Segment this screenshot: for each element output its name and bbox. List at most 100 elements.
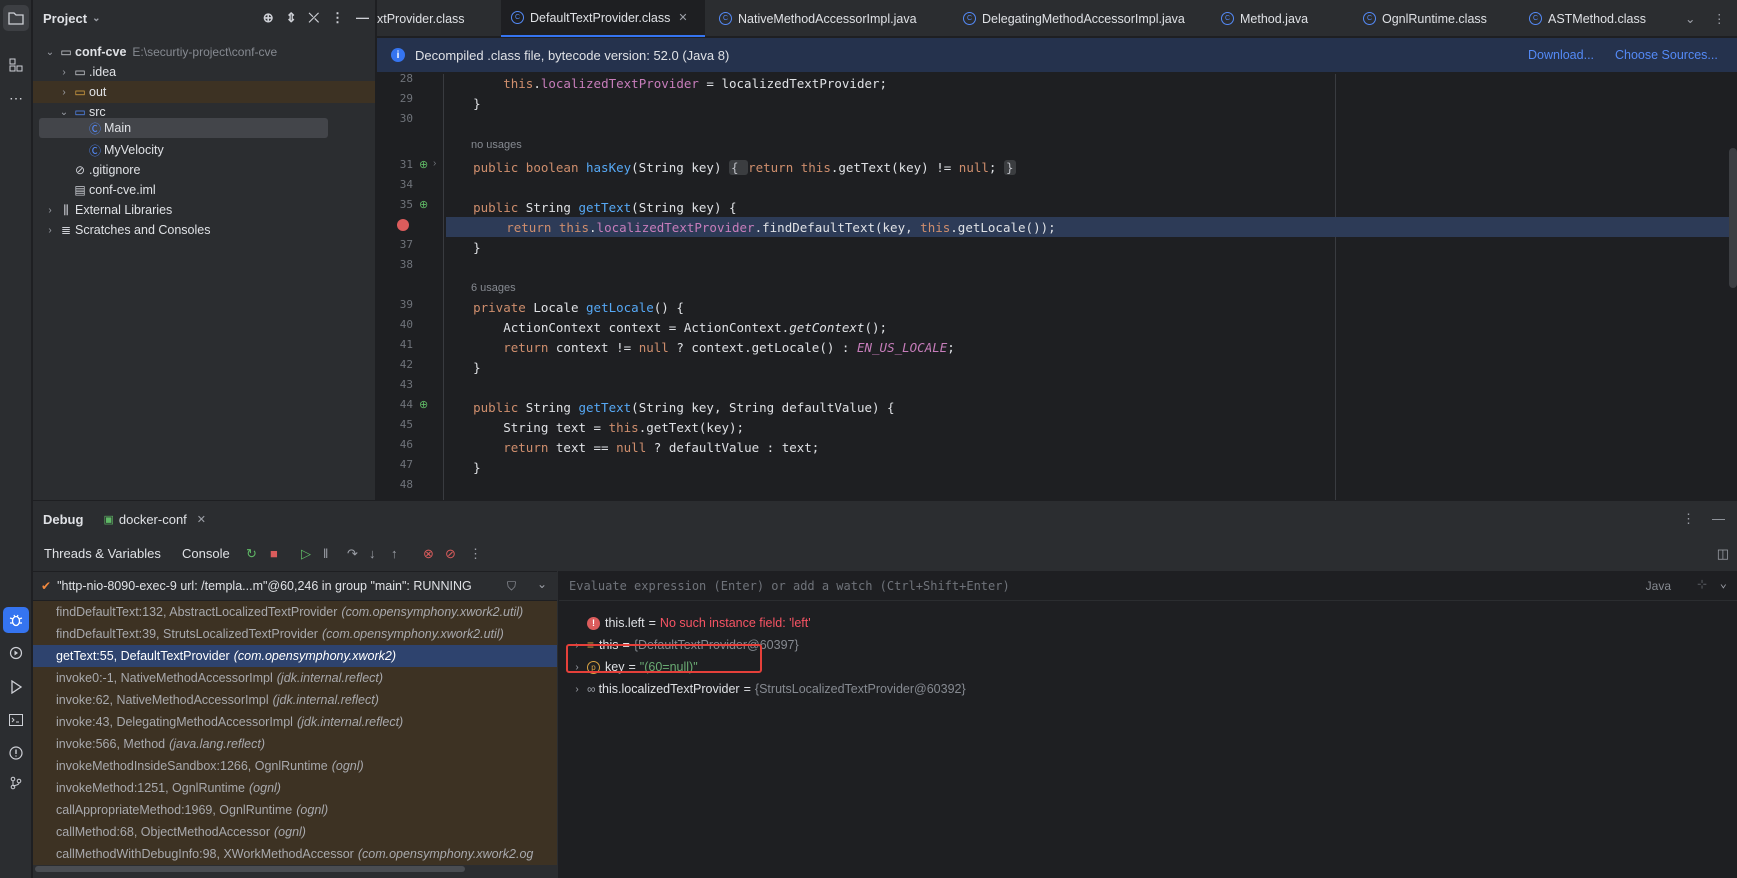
chevron-down-icon[interactable]: ⌄ (1720, 576, 1727, 590)
close-icon[interactable]: ✕ (197, 513, 206, 526)
tab-method[interactable]: C Method.java (1221, 0, 1308, 37)
breakpoint-icon[interactable] (397, 219, 409, 231)
frame-item[interactable]: findDefaultText:132, AbstractLocalizedTe… (33, 601, 557, 623)
debug-tool-icon[interactable] (3, 607, 29, 633)
chevron-down-icon[interactable]: ⌄ (43, 47, 57, 58)
frame-item[interactable]: invoke:43, DelegatingMethodAccessorImpl(… (33, 711, 557, 733)
tab-label: Method.java (1240, 11, 1309, 26)
frame-item[interactable]: invoke:566, Method (java.lang.reflect) (33, 733, 557, 755)
frame-item[interactable]: findDefaultText:39, StrutsLocalizedTextP… (33, 623, 557, 645)
rerun-icon[interactable]: ↻ (246, 546, 257, 562)
tabs-options-icon[interactable]: ⋮ (1713, 0, 1726, 37)
evaluate-expression-input[interactable]: Evaluate expression (Enter) or add a wat… (559, 571, 1737, 601)
tab-defaulttextprovider[interactable]: C DefaultTextProvider.class ✕ (501, 0, 705, 37)
variable-row[interactable]: ! this.left = No such instance field: 'lef… (587, 612, 811, 634)
frame-item[interactable]: callMethodWithDebugInfo:98, XWorkMethodA… (33, 843, 557, 865)
tree-item-gitignore[interactable]: ⊘ .gitignore (71, 159, 361, 181)
tab-nativemethodaccessorimpl[interactable]: C NativeMethodAccessorImpl.java (719, 0, 917, 37)
mute-breakpoints-icon[interactable]: ⊘ (445, 546, 456, 562)
add-watch-icon[interactable]: ⊹ (1697, 577, 1707, 591)
options-icon[interactable]: ⋮ (331, 10, 344, 26)
implements-marker-icon[interactable]: ⊕ (419, 198, 428, 211)
tab-delegatingmethodaccessorimpl[interactable]: C DelegatingMethodAccessorImpl.java (963, 0, 1185, 37)
frame-item[interactable]: invokeMethod:1251, OgnlRuntime (ognl) (33, 777, 557, 799)
watch-glasses-icon: ∞ (587, 682, 596, 696)
stop-icon[interactable]: ■ (270, 546, 278, 561)
session-tab[interactable]: docker-conf (119, 512, 187, 527)
frame-item[interactable]: invoke0:-1, NativeMethodAccessorImpl (jdk… (33, 667, 557, 689)
frame-item[interactable]: invokeMethodInsideSandbox:1266, OgnlRunt… (33, 755, 557, 777)
step-out-icon[interactable]: ↑ (391, 546, 398, 561)
tab-ognlruntime[interactable]: C OgnlRuntime.class (1363, 0, 1487, 37)
code-editor[interactable]: 28 29 30 31 34 35 36 37 38 39 40 41 42 4… (377, 74, 1737, 500)
tree-item-external-libraries[interactable]: › ⫼ External Libraries (43, 199, 373, 221)
chevron-down-icon[interactable]: ⌄ (57, 107, 71, 118)
resume-icon[interactable]: ▷ (301, 546, 311, 562)
chevron-down-icon[interactable]: ⌄ (537, 577, 547, 591)
chevron-right-icon[interactable]: › (43, 225, 57, 236)
project-title[interactable]: Project (43, 11, 87, 26)
choose-sources-link[interactable]: Choose Sources... (1615, 48, 1718, 62)
more-tools-icon[interactable]: ⋯ (3, 85, 29, 111)
thread-selector[interactable]: ✔ "http-nio-8090-exec-9 url: /templa...m… (33, 571, 557, 601)
eval-placeholder: Evaluate expression (Enter) or add a wat… (569, 578, 1010, 593)
tree-item-main[interactable]: Ⓒ Main (39, 118, 328, 138)
pause-icon[interactable]: ‖ (323, 546, 328, 561)
filter-icon[interactable]: ⛉ (507, 579, 516, 594)
view-breakpoints-icon[interactable]: ⊗ (423, 546, 434, 562)
tab-textprovider[interactable]: xtProvider.class (377, 0, 465, 37)
step-into-icon[interactable]: ↓ (369, 546, 376, 561)
debug-panel: Debug ▣ docker-conf ✕ ⋮ — Threads & Vari… (33, 500, 1737, 878)
expand-all-icon[interactable]: ⇕ (286, 10, 297, 26)
close-icon[interactable]: ✕ (678, 11, 687, 24)
project-path: E:\securtiy-project\conf-cve (132, 45, 278, 59)
tab-console[interactable]: Console (182, 546, 230, 561)
tab-label: DelegatingMethodAccessorImpl.java (982, 11, 1185, 26)
chevron-right-icon[interactable]: › (43, 205, 57, 216)
tree-item-idea[interactable]: › ▭ .idea (57, 61, 373, 83)
more-icon[interactable]: ⋮ (469, 546, 482, 562)
frame-item[interactable]: callAppropriateMethod:1969, OgnlRuntime(… (33, 799, 557, 821)
editor-scrollbar[interactable] (1729, 148, 1737, 288)
git-tool-icon[interactable] (3, 770, 29, 796)
code-line: public boolean hasKey (String key) { retu… (473, 159, 1016, 175)
language-selector[interactable]: Java (1646, 579, 1671, 593)
fold-arrow-icon[interactable]: › (433, 158, 436, 169)
variable-row[interactable]: › ∞ this.localizedTextProvider = {StrutsLo… (567, 678, 965, 700)
collapse-all-icon[interactable]: ⤫ (309, 10, 319, 26)
implements-marker-icon[interactable]: ⊕ (419, 398, 428, 411)
problems-tool-icon[interactable] (3, 740, 29, 766)
run-tool-icon[interactable] (3, 674, 29, 700)
chevron-right-icon[interactable]: › (57, 67, 71, 78)
structure-tool-icon[interactable] (3, 52, 29, 78)
layout-icon[interactable]: ◫ (1717, 546, 1729, 562)
chevron-right-icon[interactable]: › (567, 684, 587, 695)
tabs-dropdown-icon[interactable]: ⌄ (1685, 0, 1695, 37)
implements-marker-icon[interactable]: ⊕ (419, 158, 428, 171)
frame-item[interactable]: invoke:62, NativeMethodAccessorImpl (jdk.… (33, 689, 557, 711)
tree-item-out[interactable]: › ▭ out (33, 81, 375, 103)
usages-hint[interactable]: 6 usages (443, 278, 1737, 298)
services-tool-icon[interactable] (3, 640, 29, 666)
tree-item-scratches[interactable]: › ≣ Scratches and Consoles (43, 219, 373, 241)
class-icon: C (511, 11, 524, 24)
chevron-down-icon[interactable]: ⌄ (92, 13, 100, 24)
tree-item-myvelocity[interactable]: Ⓒ MyVelocity (86, 139, 366, 161)
frames-scrollbar-thumb[interactable] (35, 866, 465, 872)
tab-astmethod[interactable]: C ASTMethod.class (1529, 0, 1646, 37)
terminal-tool-icon[interactable] (3, 707, 29, 733)
frame-item[interactable]: callMethod:68, ObjectMethodAccessor (ognl… (33, 821, 557, 843)
tree-item-conf-cve[interactable]: ⌄ ▭ conf-cve E:\securtiy-project\conf-cv… (43, 41, 373, 63)
hide-icon[interactable]: — (1712, 511, 1725, 526)
options-icon[interactable]: ⋮ (1682, 511, 1695, 527)
project-tool-icon[interactable] (3, 5, 29, 31)
download-link[interactable]: Download... (1528, 48, 1594, 62)
usages-hint[interactable]: no usages (443, 135, 1737, 155)
tab-threads-variables[interactable]: Threads & Variables (44, 546, 161, 561)
hide-icon[interactable]: — (356, 10, 369, 26)
chevron-right-icon[interactable]: › (57, 87, 71, 98)
locate-icon[interactable]: ⊕ (263, 10, 274, 26)
step-over-icon[interactable]: ↷ (347, 546, 358, 562)
tree-item-iml[interactable]: ▤ conf-cve.iml (71, 179, 361, 201)
frame-item-current[interactable]: getText:55, DefaultTextProvider (com.open… (33, 645, 557, 667)
